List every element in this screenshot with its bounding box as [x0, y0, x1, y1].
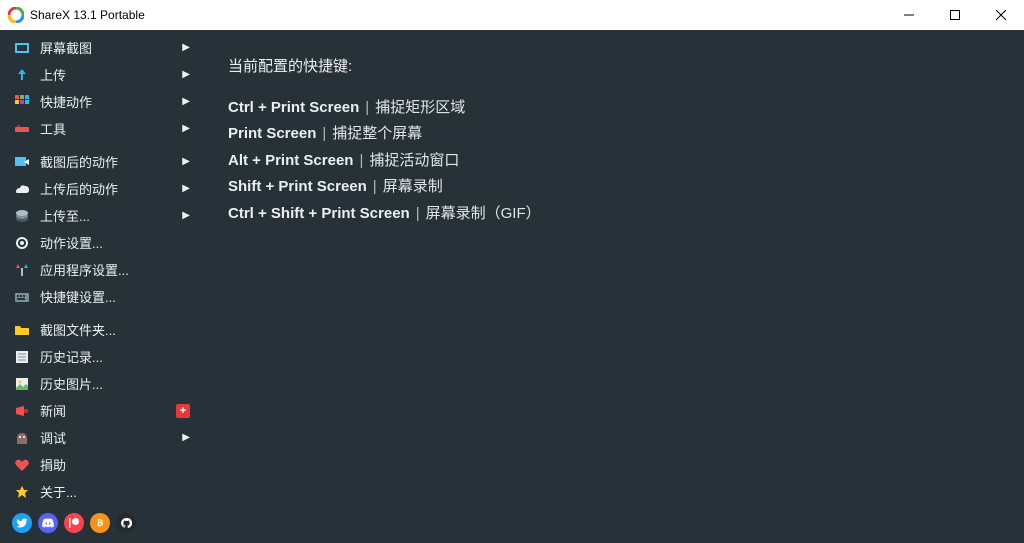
sidebar: 屏幕截图 ▶ 上传 ▶ 快捷动作 ▶ 工具 ▶ 截图后的动作 ▶ 上传后的动作 ▶ 上传至... ▶ 动作设…	[0, 30, 200, 527]
hotkey-keys: Alt + Print Screen	[228, 152, 353, 169]
submenu-arrow-icon: ▶	[182, 156, 190, 167]
sidebar-item-label: 截图文件夹...	[40, 320, 190, 339]
hotkey-action: 捕捉整个屏幕	[332, 125, 422, 142]
discord-link[interactable]	[38, 513, 58, 533]
donate-icon	[14, 457, 30, 473]
sidebar-item-label: 新闻	[40, 401, 170, 420]
submenu-arrow-icon: ▶	[182, 123, 190, 134]
submenu-arrow-icon: ▶	[182, 210, 190, 221]
sidebar-item-task-settings[interactable]: 动作设置...	[0, 229, 200, 256]
hotkey-keys: Print Screen	[228, 125, 316, 142]
hotkey-keys: Ctrl + Shift + Print Screen	[228, 205, 410, 222]
sidebar-item-label: 关于...	[40, 482, 190, 501]
separator: |	[353, 152, 369, 169]
tools-icon	[14, 121, 30, 137]
upload-icon	[14, 67, 30, 83]
hotkeys-heading: 当前配置的快捷键:	[228, 56, 1004, 79]
maximize-button[interactable]	[932, 0, 978, 30]
sidebar-item-donate[interactable]: 捐助	[0, 451, 200, 478]
submenu-arrow-icon: ▶	[182, 69, 190, 80]
submenu-arrow-icon: ▶	[182, 432, 190, 443]
about-icon	[14, 484, 30, 500]
patreon-link[interactable]	[64, 513, 84, 533]
destinations-icon	[14, 208, 30, 224]
sidebar-item-tools[interactable]: 工具 ▶	[0, 115, 200, 142]
bitcoin-link[interactable]: ₿	[90, 513, 110, 533]
sidebar-item-debug[interactable]: 调试 ▶	[0, 424, 200, 451]
sidebar-item-history[interactable]: 历史记录...	[0, 343, 200, 370]
folder-icon	[14, 322, 30, 338]
sidebar-item-label: 快捷键设置...	[40, 287, 190, 306]
sidebar-item-label: 屏幕截图	[40, 38, 176, 57]
submenu-arrow-icon: ▶	[182, 96, 190, 107]
hotkey-keys: Ctrl + Print Screen	[228, 99, 359, 116]
sidebar-item-folder[interactable]: 截图文件夹...	[0, 316, 200, 343]
image-history-icon	[14, 376, 30, 392]
sidebar-item-image-history[interactable]: 历史图片...	[0, 370, 200, 397]
quick-icon	[14, 94, 30, 110]
sidebar-item-label: 历史图片...	[40, 374, 190, 393]
hotkey-keys: Shift + Print Screen	[228, 178, 367, 195]
app-logo-icon	[8, 7, 24, 23]
history-icon	[14, 349, 30, 365]
sidebar-item-about[interactable]: 关于...	[0, 478, 200, 505]
hotkey-action: 捕捉活动窗口	[369, 152, 459, 169]
twitter-link[interactable]	[12, 513, 32, 533]
separator: |	[410, 205, 426, 222]
sidebar-item-label: 调试	[40, 428, 176, 447]
hotkey-row: Alt + Print Screen|捕捉活动窗口	[228, 150, 1004, 173]
sidebar-item-label: 应用程序设置...	[40, 260, 190, 279]
sidebar-item-label: 捐助	[40, 455, 190, 474]
window-title: ShareX 13.1 Portable	[30, 8, 886, 22]
sidebar-item-label: 上传后的动作	[40, 179, 176, 198]
debug-icon	[14, 430, 30, 446]
minimize-button[interactable]	[886, 0, 932, 30]
sidebar-item-capture[interactable]: 屏幕截图 ▶	[0, 34, 200, 61]
separator: |	[359, 99, 375, 116]
title-bar: ShareX 13.1 Portable	[0, 0, 1024, 30]
window-controls	[886, 0, 1024, 30]
sidebar-item-label: 工具	[40, 119, 176, 138]
sidebar-item-label: 历史记录...	[40, 347, 190, 366]
sidebar-item-destinations[interactable]: 上传至... ▶	[0, 202, 200, 229]
hotkey-action: 屏幕录制	[383, 178, 443, 195]
sidebar-item-app-settings[interactable]: 应用程序设置...	[0, 256, 200, 283]
sidebar-item-label: 上传	[40, 65, 176, 84]
new-badge: +	[176, 404, 190, 418]
hotkey-action: 捕捉矩形区域	[375, 99, 465, 116]
sidebar-item-after-upload[interactable]: 上传后的动作 ▶	[0, 175, 200, 202]
sidebar-item-label: 上传至...	[40, 206, 176, 225]
main-content: 当前配置的快捷键: Ctrl + Print Screen|捕捉矩形区域Prin…	[200, 30, 1024, 527]
news-icon	[14, 403, 30, 419]
capture-icon	[14, 40, 30, 56]
sidebar-item-quick[interactable]: 快捷动作 ▶	[0, 88, 200, 115]
separator: |	[316, 125, 332, 142]
sidebar-item-after-capture[interactable]: 截图后的动作 ▶	[0, 148, 200, 175]
hotkey-row: Shift + Print Screen|屏幕录制	[228, 176, 1004, 199]
hotkey-row: Ctrl + Shift + Print Screen|屏幕录制（GIF）	[228, 203, 1004, 226]
hotkey-row: Print Screen|捕捉整个屏幕	[228, 123, 1004, 146]
close-button[interactable]	[978, 0, 1024, 30]
hotkey-settings-icon	[14, 289, 30, 305]
after-upload-icon	[14, 181, 30, 197]
sidebar-item-news[interactable]: 新闻 +	[0, 397, 200, 424]
sidebar-item-label: 动作设置...	[40, 233, 190, 252]
sidebar-item-upload[interactable]: 上传 ▶	[0, 61, 200, 88]
task-settings-icon	[14, 235, 30, 251]
submenu-arrow-icon: ▶	[182, 42, 190, 53]
hotkey-row: Ctrl + Print Screen|捕捉矩形区域	[228, 97, 1004, 120]
hotkey-action: 屏幕录制（GIF）	[426, 205, 541, 222]
separator: |	[367, 178, 383, 195]
svg-text:₿: ₿	[97, 519, 104, 528]
sidebar-item-label: 快捷动作	[40, 92, 176, 111]
submenu-arrow-icon: ▶	[182, 183, 190, 194]
social-bar: ₿	[0, 505, 200, 543]
github-link[interactable]	[116, 513, 136, 533]
sidebar-item-hotkey-settings[interactable]: 快捷键设置...	[0, 283, 200, 310]
after-capture-icon	[14, 154, 30, 170]
sidebar-item-label: 截图后的动作	[40, 152, 176, 171]
app-settings-icon	[14, 262, 30, 278]
